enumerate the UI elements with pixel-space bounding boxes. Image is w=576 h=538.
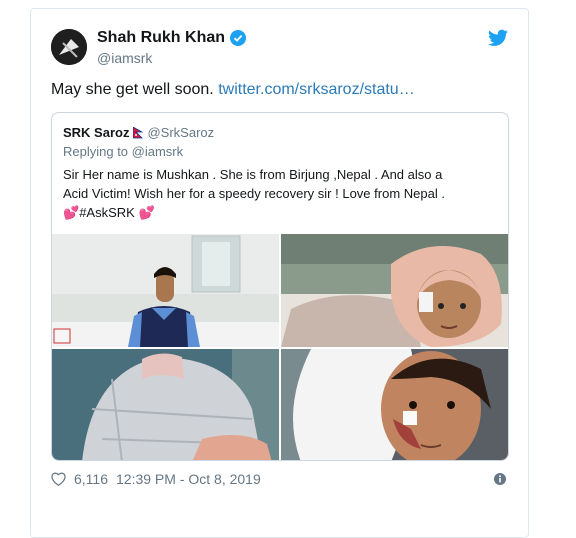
replying-to: Replying to @iamsrk [63,144,183,159]
tweet-card[interactable]: Shah Rukh Khan @iamsrk May she get well … [30,8,529,538]
patient-lying-photo[interactable] [281,234,508,347]
hashtag-link[interactable]: #AskSRK [79,205,135,220]
like-count[interactable]: 6,116 [74,471,108,487]
quote-text-line3: 💕#AskSRK 💕 [63,203,493,222]
replying-to-label: Replying to [63,144,132,159]
profile-avatar[interactable] [51,29,87,65]
tweet-timestamp[interactable]: 12:39 PM - Oct 8, 2019 [116,471,261,487]
tweet-text: May she get well soon. twitter.com/srksa… [51,81,415,99]
heart-emoji: 💕 [63,205,80,220]
verified-badge-icon [230,30,247,46]
quote-author-handle[interactable]: @SrkSaroz [147,125,214,140]
quoted-tweet[interactable]: SRK Saroz @SrkSaroz Replying to @iamsrk … [51,112,509,461]
tweet-body: May she get well soon. [51,81,219,98]
replying-to-handle[interactable]: @iamsrk [132,144,183,159]
author-handle[interactable]: @iamsrk [97,50,152,66]
quote-author-name[interactable]: SRK Saroz [63,125,129,140]
photo-grid [52,234,508,460]
nepal-flag-icon [133,126,144,138]
tweet-link[interactable]: twitter.com/srksaroz/statu… [218,81,415,98]
author-name[interactable]: Shah Rukh Khan [97,29,225,47]
twitter-bird-icon[interactable] [488,29,508,47]
man-in-vest-photo[interactable] [52,234,279,347]
quote-text: Sir Her name is Mushkan . She is from Bi… [63,165,493,222]
heart-outline-icon[interactable] [51,472,66,486]
patient-face-photo[interactable] [281,349,508,460]
author-name-row[interactable]: Shah Rukh Khan [97,29,247,47]
tweet-footer: 6,116 12:39 PM - Oct 8, 2019 [51,471,261,487]
quote-text-line1: Sir Her name is Mushkan . She is from Bi… [63,167,443,182]
quote-header: SRK Saroz @SrkSaroz [63,125,214,140]
info-icon[interactable] [494,473,506,485]
heart-emoji: 💕 [138,205,155,220]
quote-text-line2: Acid Victim! Wish her for a speedy recov… [63,186,445,201]
patient-shoulder-photo[interactable] [52,349,279,460]
